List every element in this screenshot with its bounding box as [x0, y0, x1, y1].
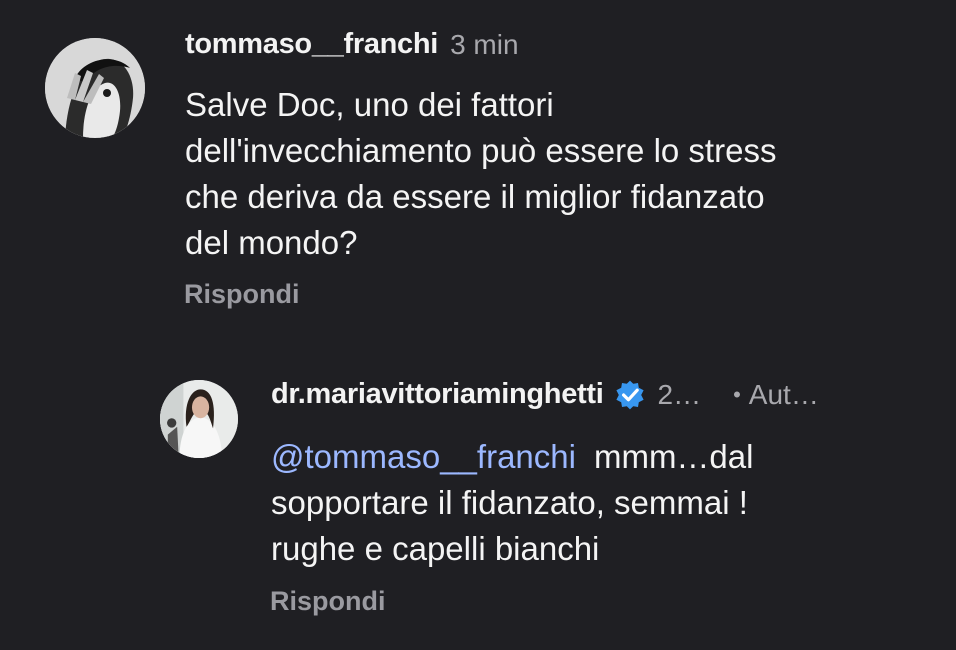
- comments-thread: tommaso__franchi 3 min Salve Doc, uno de…: [0, 0, 956, 650]
- reply-text-line: sopportare il fidanzato, semmai !: [271, 484, 748, 521]
- reply-text: @tommaso__franchi mmm…dal sopportare il f…: [271, 434, 753, 572]
- reply-time: 2…: [657, 378, 702, 410]
- comment-text-line: Salve Doc, uno dei fattori: [185, 86, 554, 123]
- reply-text-line: rughe e capelli bianchi: [271, 530, 600, 567]
- comment-text-line: dell'invecchiamento può essere lo stress: [185, 132, 777, 169]
- comment-text: Salve Doc, uno dei fattori dell'invecchi…: [185, 82, 776, 266]
- user-avatar-photo-icon: [45, 38, 145, 138]
- comment-text-line: che deriva da essere il miglior fidanzat…: [185, 178, 765, 215]
- reply-meta: dr.mariavittoriaminghetti 2… • Aut…: [271, 378, 819, 411]
- reply-button[interactable]: Rispondi: [270, 586, 386, 617]
- avatar[interactable]: [45, 38, 145, 138]
- comment-meta: tommaso__franchi 3 min: [185, 28, 519, 61]
- reply-username[interactable]: dr.mariavittoriaminghetti: [271, 378, 604, 411]
- comment-time: 3 min: [450, 28, 519, 60]
- author-label: Aut…: [748, 378, 819, 410]
- avatar[interactable]: [160, 380, 238, 458]
- reply-button[interactable]: Rispondi: [184, 279, 300, 310]
- user-avatar-photo-icon: [160, 380, 238, 458]
- meta-separator: •: [733, 381, 741, 407]
- mention-link[interactable]: @tommaso__franchi: [271, 438, 576, 475]
- reply-text-fragment: mmm…dal: [593, 438, 754, 475]
- verified-badge-icon: [615, 380, 644, 409]
- comment-username[interactable]: tommaso__franchi: [185, 28, 438, 61]
- comment-text-line: del mondo?: [185, 224, 358, 261]
- reply-text-line: @tommaso__franchi mmm…dal: [271, 434, 753, 480]
